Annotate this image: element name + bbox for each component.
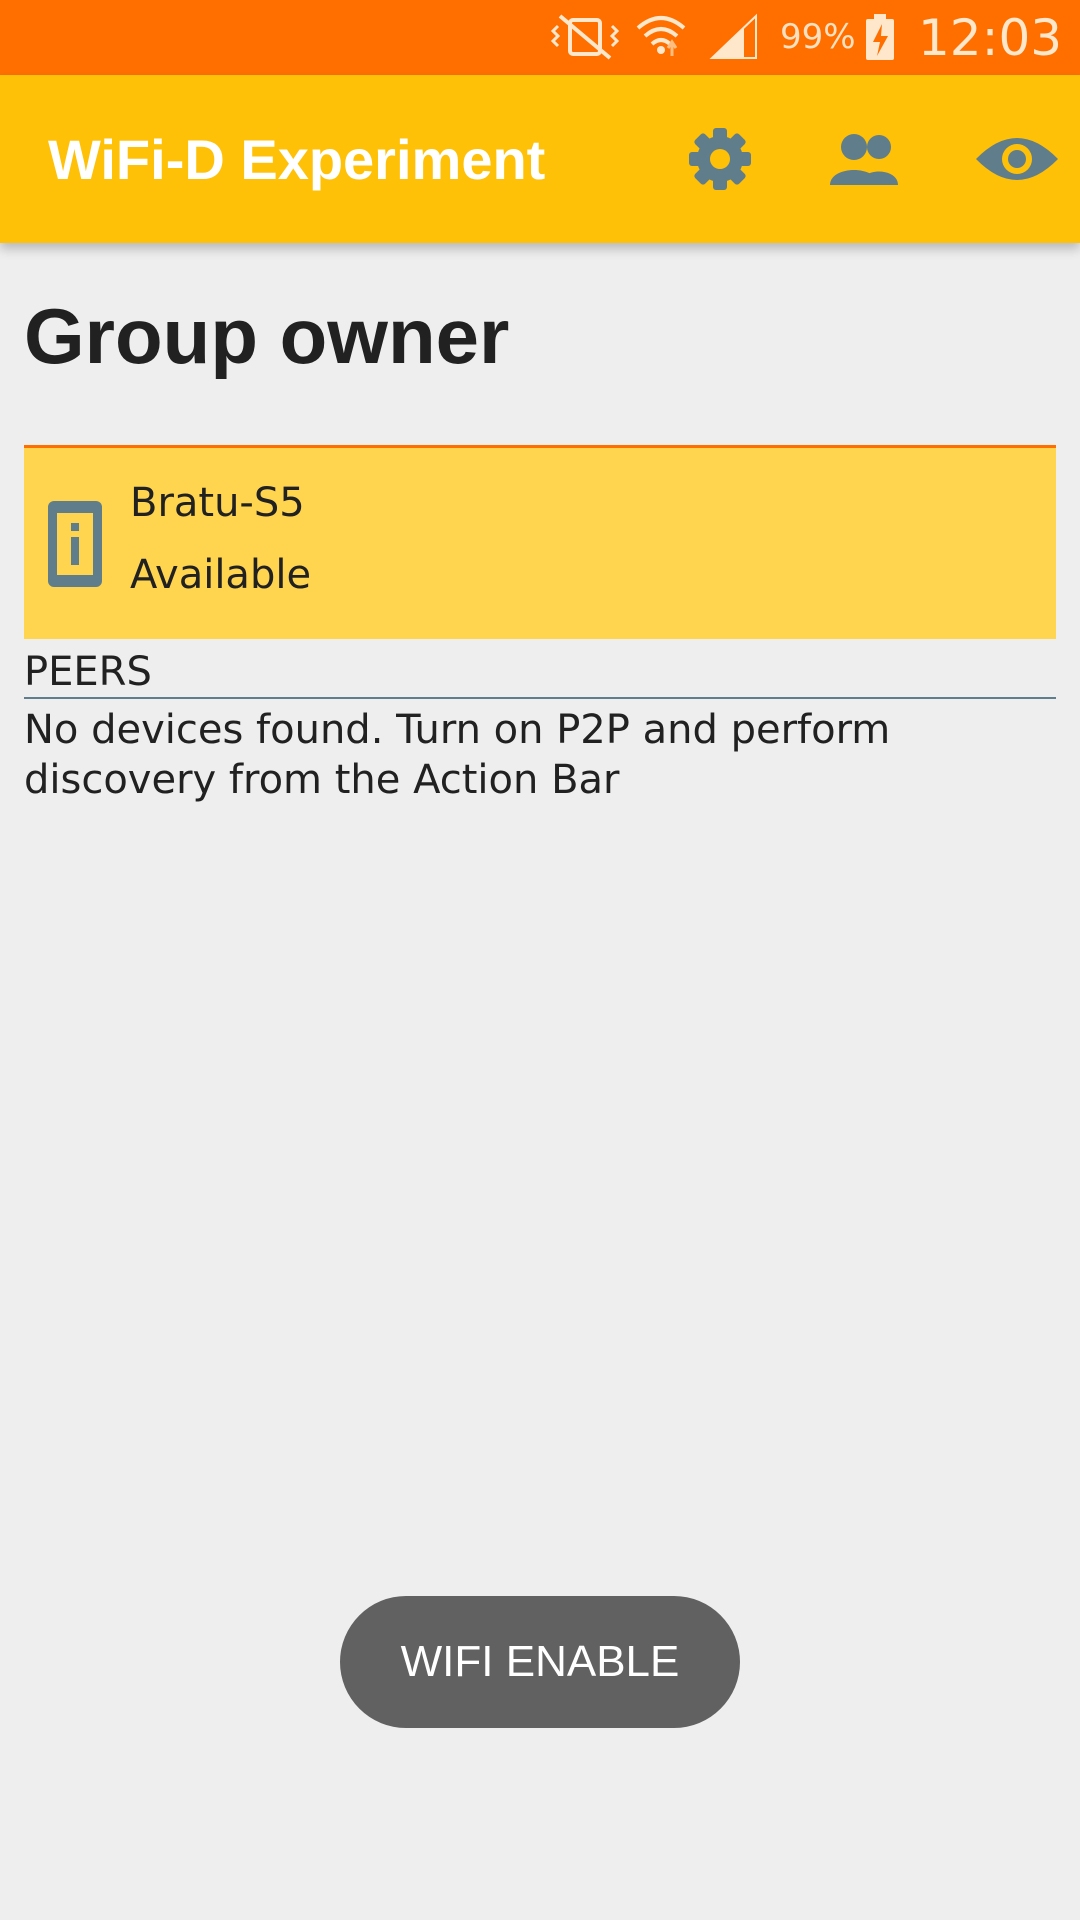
page-title: Group owner [24, 292, 510, 380]
battery-percent: 99% [780, 17, 856, 57]
device-info-icon [48, 501, 102, 587]
group-icon[interactable] [824, 127, 910, 191]
empty-peers-message: No devices found. Turn on P2P and perfor… [24, 707, 891, 803]
cell-signal-icon [709, 13, 757, 59]
app-title: WiFi-D Experiment [48, 128, 546, 191]
device-status: Available [130, 552, 312, 598]
visibility-icon[interactable] [972, 127, 1062, 191]
device-name: Bratu-S5 [130, 480, 305, 526]
battery-charging-icon [866, 14, 894, 60]
wifi-icon [636, 16, 686, 56]
toast-message: WIFI ENABLE [340, 1596, 740, 1728]
peers-header: PEERS [24, 647, 1056, 699]
status-bar: 99% 12:03 [0, 0, 1080, 75]
app-bar: WiFi-D Experiment [0, 75, 1080, 243]
mute-vibrate-icon [550, 14, 620, 60]
status-clock: 12:03 [918, 9, 1063, 67]
this-device-card[interactable]: Bratu-S5 Available [24, 445, 1056, 639]
settings-icon[interactable] [680, 127, 760, 191]
